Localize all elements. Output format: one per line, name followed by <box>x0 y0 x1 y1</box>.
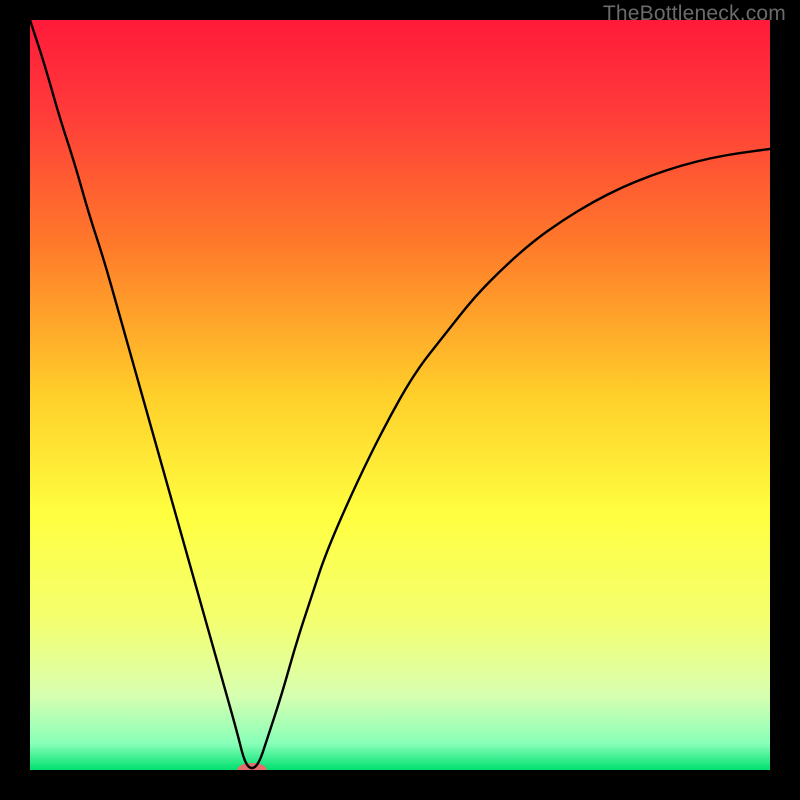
plot-area <box>30 20 770 770</box>
chart-svg <box>30 20 770 770</box>
chart-frame: TheBottleneck.com <box>0 0 800 800</box>
watermark-text: TheBottleneck.com <box>603 2 786 26</box>
